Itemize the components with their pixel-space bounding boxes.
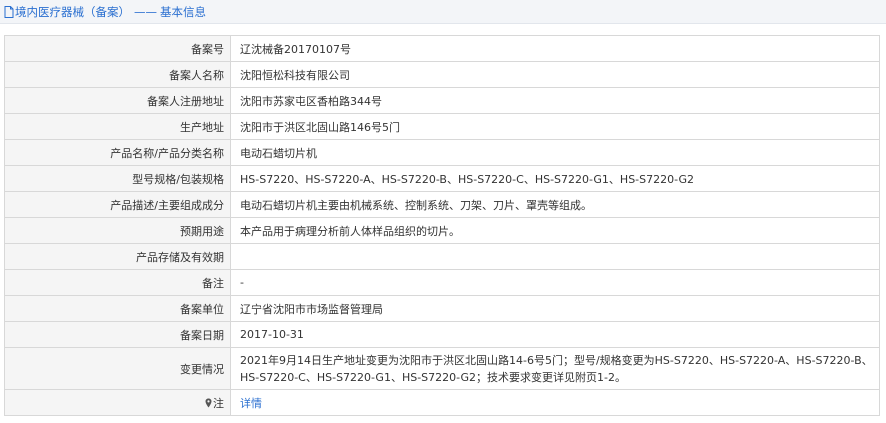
row-label: 产品描述/主要组成成分 — [4, 191, 231, 218]
note-row: 注 详情 — [4, 389, 880, 416]
note-label: 注 — [213, 396, 224, 410]
table-row: 产品描述/主要组成成分 电动石蜡切片机主要由机械系统、控制系统、刀架、刀片、罩壳… — [4, 191, 880, 218]
detail-link[interactable]: 详情 — [240, 397, 262, 410]
row-value — [230, 243, 880, 270]
page-subtitle: 基本信息 — [160, 4, 206, 19]
page-title: 境内医疗器械（备案） — [15, 4, 130, 19]
row-label: 备案日期 — [4, 321, 231, 348]
row-value: 辽宁省沈阳市市场监督管理局 — [230, 295, 880, 322]
info-table-wrapper: 备案号 辽沈械备20170107号 备案人名称 沈阳恒松科技有限公司 备案人注册… — [4, 35, 880, 416]
row-value: 2021年9月14日生产地址变更为沈阳市于洪区北固山路14-6号5门；型号/规格… — [230, 347, 880, 390]
document-icon — [4, 5, 14, 18]
title-link[interactable]: 境内医疗器械（备案） —— 基本信息 — [4, 4, 206, 20]
table-row: 备案人名称 沈阳恒松科技有限公司 — [4, 61, 880, 88]
table-row: 生产地址 沈阳市于洪区北固山路146号5门 — [4, 113, 880, 140]
row-value: 沈阳市于洪区北固山路146号5门 — [230, 113, 880, 140]
table-row: 备案单位 辽宁省沈阳市市场监督管理局 — [4, 295, 880, 322]
table-row: 产品名称/产品分类名称 电动石蜡切片机 — [4, 139, 880, 166]
row-label: 备案人名称 — [4, 61, 231, 88]
row-value: HS-S7220、HS-S7220-A、HS-S7220-B、HS-S7220-… — [230, 165, 880, 192]
row-value: 电动石蜡切片机主要由机械系统、控制系统、刀架、刀片、罩壳等组成。 — [230, 191, 880, 218]
row-label: 产品名称/产品分类名称 — [4, 139, 231, 166]
row-value: 电动石蜡切片机 — [230, 139, 880, 166]
row-label: 预期用途 — [4, 217, 231, 244]
row-value: 沈阳市苏家屯区香柏路344号 — [230, 87, 880, 114]
top-bar: 境内医疗器械（备案） —— 基本信息 — [0, 0, 886, 24]
table-row: 备案人注册地址 沈阳市苏家屯区香柏路344号 — [4, 87, 880, 114]
table-row: 变更情况 2021年9月14日生产地址变更为沈阳市于洪区北固山路14-6号5门；… — [4, 347, 880, 390]
row-label: 生产地址 — [4, 113, 231, 140]
row-label: 变更情况 — [4, 347, 231, 390]
note-value-cell: 详情 — [230, 389, 880, 416]
row-label: 备案号 — [4, 35, 231, 62]
title-separator: —— — [134, 4, 157, 19]
table-row: 备案日期 2017-10-31 — [4, 321, 880, 348]
info-table: 备案号 辽沈械备20170107号 备案人名称 沈阳恒松科技有限公司 备案人注册… — [4, 35, 880, 416]
table-row: 备案号 辽沈械备20170107号 — [4, 35, 880, 62]
row-label: 备案单位 — [4, 295, 231, 322]
row-value: 本产品用于病理分析前人体样品组织的切片。 — [230, 217, 880, 244]
row-value: 辽沈械备20170107号 — [230, 35, 880, 62]
row-label: 产品存储及有效期 — [4, 243, 231, 270]
pin-icon — [205, 398, 212, 408]
row-value: 2017-10-31 — [230, 321, 880, 348]
table-row: 型号规格/包装规格 HS-S7220、HS-S7220-A、HS-S7220-B… — [4, 165, 880, 192]
note-label-cell: 注 — [4, 389, 231, 416]
row-value: 沈阳恒松科技有限公司 — [230, 61, 880, 88]
row-value: - — [230, 269, 880, 296]
table-row: 产品存储及有效期 — [4, 243, 880, 270]
row-label: 备案人注册地址 — [4, 87, 231, 114]
row-label: 备注 — [4, 269, 231, 296]
table-row: 备注 - — [4, 269, 880, 296]
row-label: 型号规格/包装规格 — [4, 165, 231, 192]
table-row: 预期用途 本产品用于病理分析前人体样品组织的切片。 — [4, 217, 880, 244]
